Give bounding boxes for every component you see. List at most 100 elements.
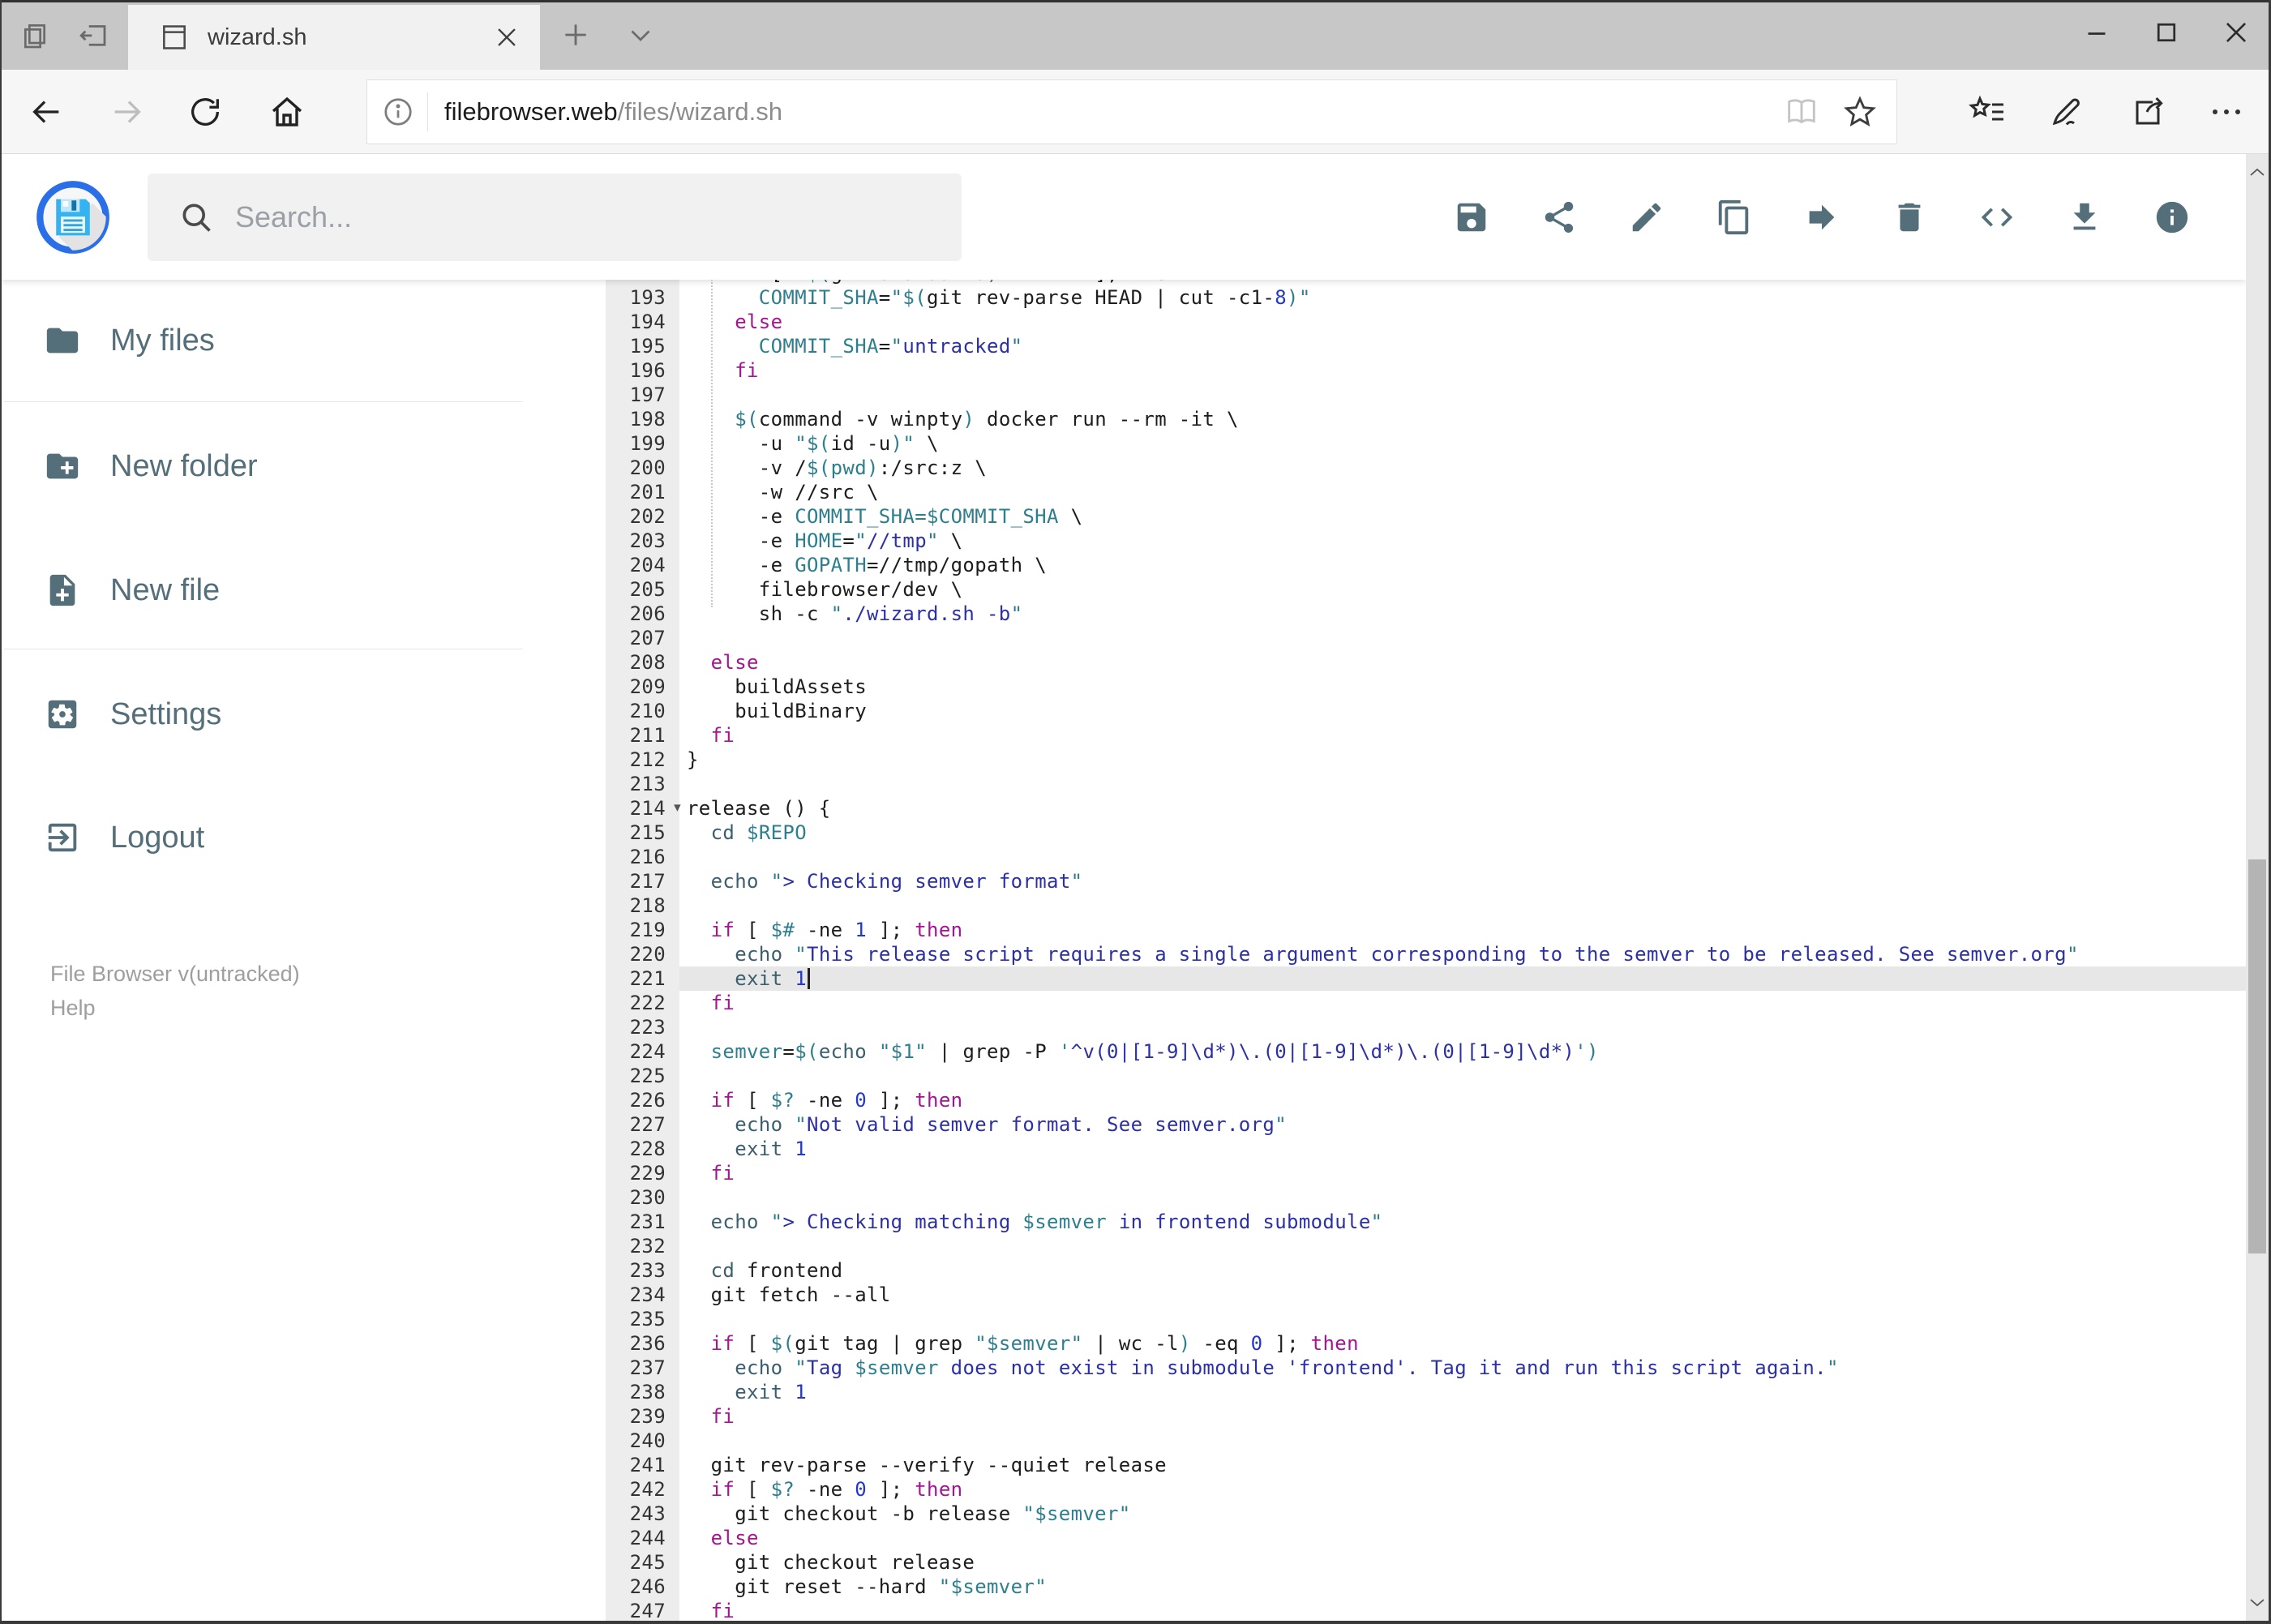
delete-button[interactable] — [1891, 196, 1978, 238]
forward-button-icon[interactable] — [109, 93, 146, 131]
code-line[interactable]: 245 git checkout release — [606, 1550, 2246, 1575]
browser-tab[interactable]: wizard.sh — [128, 5, 540, 70]
code-line[interactable]: 214 ▾ release () { — [606, 796, 2246, 821]
scrollbar-thumb[interactable] — [2248, 859, 2266, 1253]
code-line[interactable]: 242 if [ $? -ne 0 ]; then — [606, 1477, 2246, 1502]
tab-list-button[interactable] — [619, 0, 662, 70]
move-button[interactable] — [1803, 196, 1891, 238]
rename-button[interactable] — [1628, 196, 1716, 238]
code-line[interactable]: 232 — [606, 1234, 2246, 1258]
code-line[interactable]: 239 fi — [606, 1404, 2246, 1429]
save-button[interactable] — [1453, 196, 1540, 238]
annotate-pen-icon[interactable] — [2046, 92, 2085, 131]
code-line[interactable]: 217 echo "> Checking semver format" — [606, 869, 2246, 893]
scroll-up-button[interactable] — [2246, 154, 2269, 191]
new-tab-button[interactable] — [555, 0, 597, 70]
code-line[interactable]: 229 fi — [606, 1161, 2246, 1185]
filebrowser-logo-icon[interactable] — [29, 174, 117, 261]
code-line[interactable]: 227 echo "Not valid semver format. See s… — [606, 1112, 2246, 1137]
code-line[interactable]: 230 — [606, 1185, 2246, 1210]
code-line[interactable]: if [ "$(git status -s)" == "" ]; then — [606, 280, 2246, 285]
code-line[interactable]: 211 fi — [606, 723, 2246, 748]
code-line[interactable]: 215 cd $REPO — [606, 821, 2246, 845]
code-line[interactable]: 221 exit 1 — [606, 966, 2246, 991]
code-line[interactable]: 193 COMMIT_SHA="$(git rev-parse HEAD | c… — [606, 285, 2246, 310]
code-line[interactable]: 210 buildBinary — [606, 699, 2246, 723]
favorite-star-icon[interactable] — [1841, 93, 1879, 131]
share-file-button[interactable] — [1540, 196, 1628, 238]
code-editor[interactable]: if [ "$(git status -s)" == "" ]; then193… — [606, 280, 2246, 1621]
code-line[interactable]: 235 — [606, 1307, 2246, 1331]
sidebar-item-logout[interactable]: Logout — [0, 799, 525, 876]
scroll-down-button[interactable] — [2246, 1583, 2269, 1621]
code-line[interactable]: 240 — [606, 1429, 2246, 1453]
download-button[interactable] — [2066, 196, 2153, 238]
code-line[interactable]: 194 else — [606, 310, 2246, 334]
copy-button[interactable] — [1716, 196, 1803, 238]
code-line[interactable]: 234 git fetch --all — [606, 1283, 2246, 1307]
fold-arrow-icon[interactable]: ▾ — [674, 795, 681, 820]
code-line[interactable]: 237 echo "Tag $semver does not exist in … — [606, 1356, 2246, 1380]
code-line[interactable]: 199 -u "$(id -u)" \ — [606, 431, 2246, 456]
sidebar-item-new-folder[interactable]: New folder — [0, 427, 525, 505]
home-icon[interactable] — [268, 92, 306, 131]
scrollbar-track[interactable] — [2246, 154, 2269, 1621]
tab-close-icon[interactable] — [493, 24, 521, 51]
code-line[interactable]: 224 semver=$(echo "$1" | grep -P '^v(0|[… — [606, 1039, 2246, 1064]
code-line[interactable]: 205 filebrowser/dev \ — [606, 577, 2246, 602]
info-button[interactable] — [2153, 196, 2241, 238]
code-line[interactable]: 243 git checkout -b release "$semver" — [606, 1502, 2246, 1526]
code-line[interactable]: 198 $(command -v winpty) docker run --rm… — [606, 407, 2246, 431]
code-line[interactable]: 220 echo "This release script requires a… — [606, 942, 2246, 966]
code-line[interactable]: 208 else — [606, 650, 2246, 675]
code-line[interactable]: 241 git rev-parse --verify --quiet relea… — [606, 1453, 2246, 1477]
code-line[interactable]: 196 fi — [606, 358, 2246, 383]
code-line[interactable]: 246 git reset --hard "$semver" — [606, 1575, 2246, 1599]
share-icon[interactable] — [2129, 92, 2168, 131]
code-line[interactable]: 212} — [606, 748, 2246, 772]
code-line[interactable]: 195 COMMIT_SHA="untracked" — [606, 334, 2246, 358]
code-line[interactable]: 201 -w //src \ — [606, 480, 2246, 504]
code-line[interactable]: 231 echo "> Checking matching $semver in… — [606, 1210, 2246, 1234]
maximize-button[interactable] — [2132, 0, 2201, 65]
code-line[interactable]: 222 fi — [606, 991, 2246, 1015]
sidebar-item-settings[interactable]: Settings — [0, 675, 525, 753]
site-info-icon[interactable] — [380, 94, 416, 130]
source-code-button[interactable] — [1978, 196, 2066, 238]
code-line[interactable]: 226 if [ $? -ne 0 ]; then — [606, 1088, 2246, 1112]
search-input[interactable] — [235, 200, 884, 234]
tab-preview-button[interactable] — [15, 0, 55, 70]
url-bar[interactable]: filebrowser.web/files/wizard.sh — [366, 79, 1897, 144]
minimize-button[interactable] — [2062, 0, 2132, 65]
code-line[interactable]: 207 — [606, 626, 2246, 650]
code-line[interactable]: 203 -e HOME="//tmp" \ — [606, 529, 2246, 553]
code-line[interactable]: 216 — [606, 845, 2246, 869]
code-line[interactable]: 236 if [ $(git tag | grep "$semver" | wc… — [606, 1331, 2246, 1356]
code-line[interactable]: 228 exit 1 — [606, 1137, 2246, 1161]
refresh-icon[interactable] — [186, 93, 224, 131]
code-line[interactable]: 223 — [606, 1015, 2246, 1039]
code-line[interactable]: 225 — [606, 1064, 2246, 1088]
code-line[interactable]: 204 -e GOPATH=//tmp/gopath \ — [606, 553, 2246, 577]
code-line[interactable]: 247 fi — [606, 1599, 2246, 1621]
code-line[interactable]: 206 sh -c "./wizard.sh -b" — [606, 602, 2246, 626]
code-line[interactable]: 213 — [606, 772, 2246, 796]
help-link[interactable]: Help — [50, 991, 300, 1025]
code-line[interactable]: 233 cd frontend — [606, 1258, 2246, 1283]
code-line[interactable]: 219 if [ $# -ne 1 ]; then — [606, 918, 2246, 942]
code-line[interactable]: 200 -v /$(pwd):/src:z \ — [606, 456, 2246, 480]
hub-favorites-icon[interactable] — [1969, 92, 2007, 131]
close-window-button[interactable] — [2201, 0, 2271, 65]
code-line[interactable]: 202 -e COMMIT_SHA=$COMMIT_SHA \ — [606, 504, 2246, 529]
code-line[interactable]: 209 buildAssets — [606, 675, 2246, 699]
sidebar-item-my-files[interactable]: My files — [0, 302, 525, 379]
back-button-icon[interactable] — [28, 93, 65, 131]
code-line[interactable]: 238 exit 1 — [606, 1380, 2246, 1404]
search-box[interactable] — [148, 174, 962, 261]
code-line[interactable]: 197 — [606, 383, 2246, 407]
code-line[interactable]: 244 else — [606, 1526, 2246, 1550]
sidebar-item-new-file[interactable]: New file — [0, 551, 525, 629]
code-line[interactable]: 218 — [606, 893, 2246, 918]
more-options-icon[interactable] — [2207, 92, 2246, 131]
set-tabs-aside-button[interactable] — [71, 0, 115, 70]
